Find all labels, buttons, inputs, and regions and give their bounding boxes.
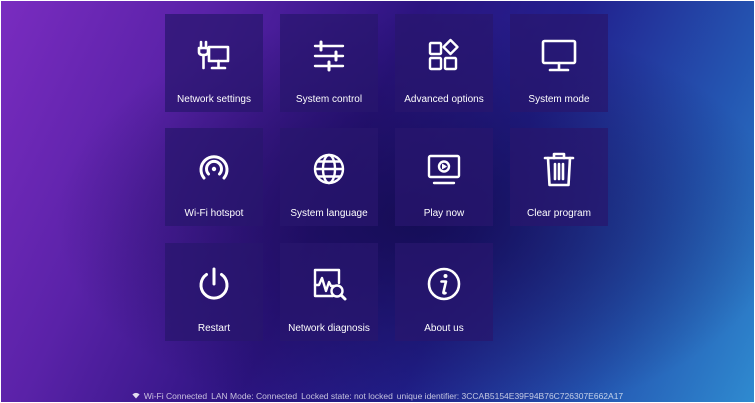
tile-system-control[interactable]: System control xyxy=(280,14,378,112)
tile-label: Clear program xyxy=(527,208,591,219)
tile-system-mode[interactable]: System mode xyxy=(510,14,608,112)
diagnosis-icon xyxy=(307,263,351,307)
unique-identifier: unique identifier: 3CCAB5154E39F94B76C72… xyxy=(396,391,624,401)
status-bar: Wi-Fi Connected LAN Mode: Connected Locked… xyxy=(0,391,755,401)
sliders-icon xyxy=(307,34,351,78)
tile-restart[interactable]: Restart xyxy=(165,243,263,341)
tile-network-settings[interactable]: Network settings xyxy=(165,14,263,112)
tile-label: About us xyxy=(424,323,464,334)
tile-system-language[interactable]: System language xyxy=(280,128,378,226)
play-screen-icon xyxy=(422,148,466,192)
tile-label: Network settings xyxy=(177,94,251,105)
tile-clear-program[interactable]: Clear program xyxy=(510,128,608,226)
tile-label: System mode xyxy=(528,94,590,105)
tile-wifi-hotspot[interactable]: Wi-Fi hotspot xyxy=(165,128,263,226)
locked-status: Locked state: not locked xyxy=(301,391,393,401)
info-icon xyxy=(422,263,466,307)
tile-play-now[interactable]: Play now xyxy=(395,128,493,226)
wifi-icon xyxy=(132,392,140,399)
network-settings-icon xyxy=(192,34,236,78)
globe-icon xyxy=(307,148,351,192)
tile-label: System control xyxy=(295,94,363,105)
tile-label: System language xyxy=(290,208,368,219)
monitor-icon xyxy=(537,34,581,78)
hotspot-icon xyxy=(192,148,236,192)
grid-diamond-icon xyxy=(422,34,466,78)
tile-label: Restart xyxy=(197,323,231,334)
tile-network-diagnosis[interactable]: Network diagnosis xyxy=(280,243,378,341)
trash-icon xyxy=(537,148,581,192)
tile-label: Wi-Fi hotspot xyxy=(184,208,244,219)
tile-about-us[interactable]: About us xyxy=(395,243,493,341)
tile-label: Network diagnosis xyxy=(288,323,370,334)
lan-status: LAN Mode: Connected xyxy=(211,391,298,401)
tile-label: Advanced options xyxy=(404,94,484,105)
tile-advanced-options[interactable]: Advanced options xyxy=(395,14,493,112)
tile-label: Play now xyxy=(423,208,465,219)
power-icon xyxy=(192,263,236,307)
wifi-status: Wi-Fi Connected xyxy=(143,391,208,401)
